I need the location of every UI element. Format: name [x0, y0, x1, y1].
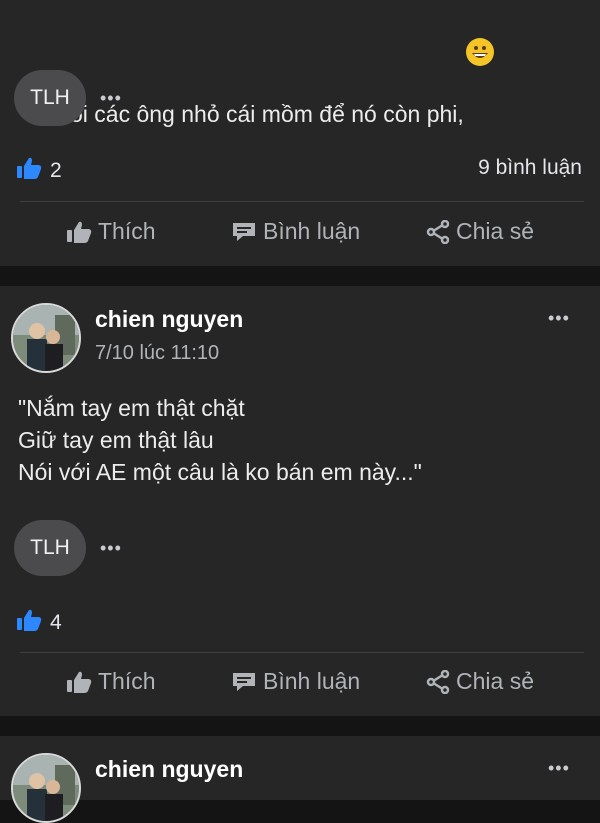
more-reactors-button[interactable]: •••	[100, 88, 122, 109]
like-button[interactable]: Thích	[66, 218, 156, 245]
share-label: Chia sẻ	[456, 218, 534, 244]
author-name[interactable]: chien nguyen	[95, 306, 243, 333]
post-options-button[interactable]: •••	[548, 308, 570, 329]
share-button[interactable]: Chia sẻ	[426, 668, 534, 695]
comment-button[interactable]: Bình luận	[231, 218, 360, 245]
post-card-2: chien nguyen 7/10 lúc 11:10 ••• "Nắm tay…	[0, 286, 600, 716]
comment-icon	[231, 221, 257, 243]
comment-button[interactable]: Bình luận	[231, 668, 360, 695]
author-name[interactable]: chien nguyen	[95, 756, 243, 783]
feed-separator	[0, 716, 600, 736]
share-icon	[426, 669, 450, 694]
comment-label: Bình luận	[263, 218, 361, 244]
like-summary[interactable]: 4	[16, 608, 62, 638]
post-options-button[interactable]: •••	[548, 758, 570, 779]
like-label: Thích	[98, 668, 156, 694]
like-count: 4	[50, 611, 62, 634]
divider	[20, 201, 584, 202]
post-1-text: Thôi các ông nhỏ cái mồm để nó còn phi,	[18, 6, 494, 162]
divider	[20, 652, 584, 653]
share-icon	[426, 219, 450, 244]
like-button[interactable]: Thích	[66, 668, 156, 695]
share-label: Chia sẻ	[456, 668, 534, 694]
post-timestamp[interactable]: 7/10 lúc 11:10	[95, 342, 219, 365]
thumbs-up-icon	[66, 220, 92, 244]
post-2-line-2: Giữ tay em thật lâu	[18, 427, 214, 453]
reactor-avatar-tlh[interactable]: TLH	[14, 520, 86, 576]
like-summary[interactable]: 2	[16, 156, 62, 186]
share-button[interactable]: Chia sẻ	[426, 218, 534, 245]
reactor-initials: TLH	[30, 536, 70, 559]
grinning-face-emoji	[465, 38, 494, 66]
post-2-line-1: "Nắm tay em thật chặt	[18, 395, 245, 421]
comment-count[interactable]: 9 bình luận	[478, 156, 582, 180]
feed-separator	[0, 266, 600, 286]
reactor-avatar-tlh[interactable]: TLH	[14, 70, 86, 126]
comment-label: Bình luận	[263, 668, 361, 694]
post-2-line-3: Nói với AE một câu là ko bán em này..."	[18, 459, 422, 485]
like-label: Thích	[98, 218, 156, 244]
reactor-initials: TLH	[30, 86, 70, 109]
action-bar-2: Thích Bình luận Chia sẻ	[0, 666, 600, 706]
like-thumb-icon	[16, 156, 42, 186]
like-count: 2	[50, 159, 62, 182]
action-bar-1: Thích Bình luận Chia sẻ	[0, 216, 600, 256]
post-card-3: chien nguyen •••	[0, 736, 600, 823]
post-card-1: Thôi các ông nhỏ cái mồm để nó còn phi, …	[0, 0, 600, 266]
author-avatar[interactable]	[11, 753, 81, 823]
more-reactors-button[interactable]: •••	[100, 538, 122, 559]
comment-icon	[231, 671, 257, 693]
author-avatar[interactable]	[11, 303, 81, 373]
thumbs-up-icon	[66, 670, 92, 694]
like-thumb-icon	[16, 608, 42, 638]
